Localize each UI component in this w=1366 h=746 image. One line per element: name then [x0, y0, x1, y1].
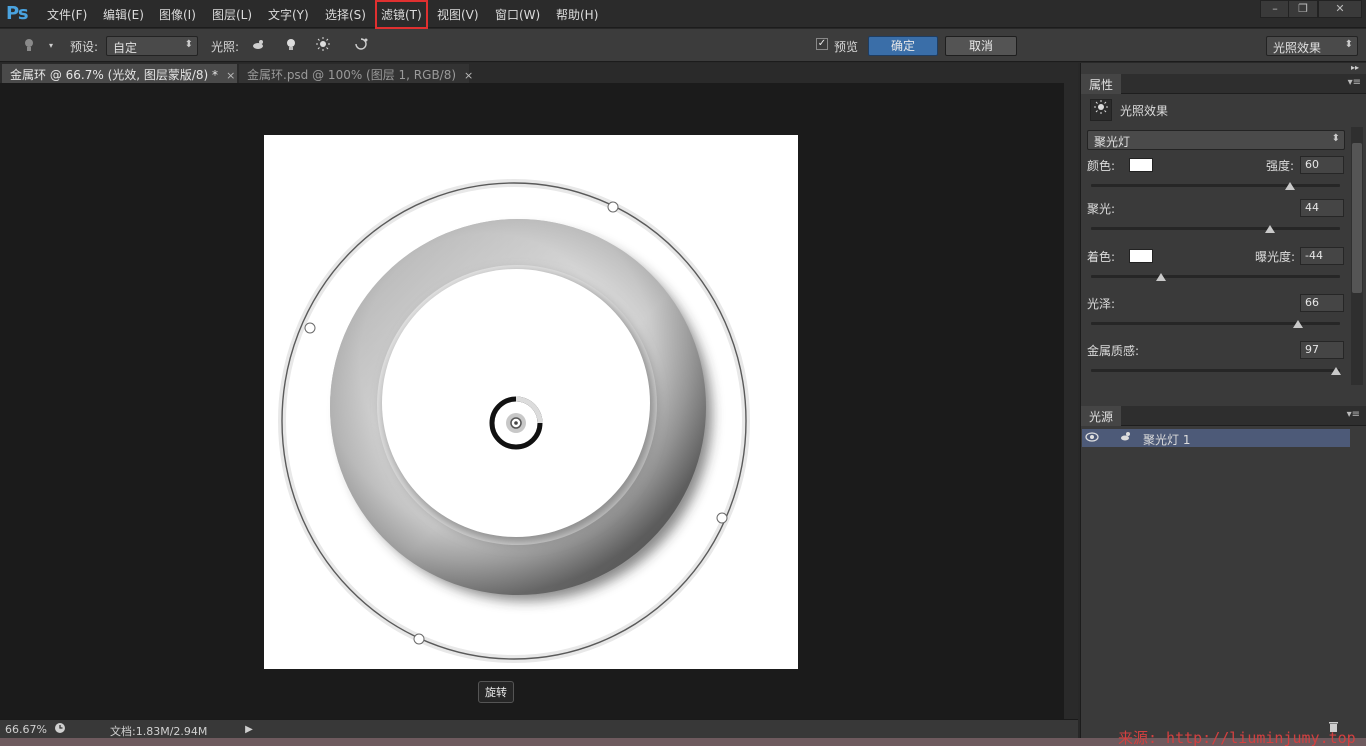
collapse-panel-icon[interactable]: ▸▸	[1346, 63, 1364, 73]
document-size: 文档:1.83M/2.94M	[110, 725, 208, 738]
zoom-level[interactable]: 66.67%	[5, 723, 47, 736]
panel-menu-icon[interactable]: ▾≡	[1347, 409, 1360, 420]
light-label: 光照:	[211, 40, 240, 54]
light-bulb-tool-icon[interactable]	[20, 37, 38, 55]
light-handle-top	[607, 201, 619, 213]
properties-scroll-thumb[interactable]	[1352, 143, 1362, 293]
menu-type[interactable]: 文字(Y)	[268, 6, 309, 23]
eye-visibility-icon[interactable]	[1084, 429, 1100, 447]
colorize-swatch[interactable]	[1129, 249, 1153, 263]
preset-label: 预设:	[70, 40, 99, 54]
menu-edit[interactable]: 编辑(E)	[103, 6, 144, 23]
spot-light-icon	[1118, 429, 1134, 447]
gloss-label: 光泽:	[1087, 297, 1116, 311]
workspace-select[interactable]: 光照效果	[1266, 36, 1358, 56]
point-light-icon[interactable]	[282, 37, 300, 55]
light-handle-left	[304, 322, 316, 334]
gloss-slider-thumb[interactable]	[1292, 320, 1303, 328]
options-bar: ▾ 预设: 自定 光照: ✓ 预览 确定 取消 光照效果	[0, 29, 1366, 62]
intensity-slider-track[interactable]	[1091, 184, 1340, 187]
minimize-button[interactable]: –	[1260, 0, 1290, 18]
reset-light-icon[interactable]	[352, 37, 370, 55]
light-handle-right	[716, 512, 728, 524]
intensity-slider-thumb[interactable]	[1285, 182, 1296, 190]
menu-select[interactable]: 选择(S)	[325, 6, 366, 23]
exposure-slider-thumb[interactable]	[1155, 273, 1166, 281]
infinite-light-icon[interactable]	[314, 37, 332, 55]
document-tab-bar: 金属环 @ 66.7% (光效, 图层蒙版/8) * × 金属环.psd @ 10…	[0, 63, 1078, 83]
menu-file[interactable]: 文件(F)	[47, 6, 87, 23]
preview-checkbox[interactable]: ✓	[816, 38, 828, 50]
intensity-input[interactable]: 60	[1300, 156, 1344, 174]
menu-image[interactable]: 图像(I)	[159, 6, 196, 23]
metallic-slider-thumb[interactable]	[1331, 367, 1342, 375]
menu-layer[interactable]: 图层(L)	[212, 6, 252, 23]
preset-select[interactable]: 自定	[106, 36, 198, 56]
tab-title: 金属环 @ 66.7% (光效, 图层蒙版/8) *	[10, 68, 219, 82]
gloss-input[interactable]: 66	[1300, 294, 1344, 312]
hotspot-label: 聚光:	[1087, 202, 1116, 216]
menu-help[interactable]: 帮助(H)	[556, 6, 598, 23]
canvas-scrollbar[interactable]	[1064, 83, 1078, 719]
properties-panel-header: 属性 ▾≡	[1081, 74, 1366, 94]
status-bar: 66.67% 文档:1.83M/2.94M ▶	[0, 719, 1078, 738]
lighting-effects-icon	[1090, 99, 1112, 121]
light-item-label: 聚光灯 1	[1143, 433, 1191, 447]
light-handle-bottom	[413, 633, 425, 645]
ok-button[interactable]: 确定	[868, 36, 938, 56]
panel-menu-icon[interactable]: ▾≡	[1348, 77, 1361, 88]
spot-light-icon[interactable]	[250, 37, 268, 55]
close-icon[interactable]: ×	[464, 69, 473, 82]
light-type-select[interactable]: 聚光灯	[1087, 130, 1345, 150]
metallic-slider-track[interactable]	[1091, 369, 1340, 372]
status-arrow-icon[interactable]: ▶	[242, 721, 256, 735]
tool-preset-dropdown-icon[interactable]: ▾	[42, 37, 60, 55]
menu-filter[interactable]: 滤镜(T)	[375, 0, 428, 29]
hotspot-slider-thumb[interactable]	[1265, 225, 1276, 233]
light-color-swatch[interactable]	[1129, 158, 1153, 172]
source-watermark: 来源: http://liuminjumy.top	[1118, 729, 1356, 746]
menu-view[interactable]: 视图(V)	[437, 6, 479, 23]
clock-icon[interactable]	[53, 721, 67, 735]
photoshop-logo: Ps	[6, 3, 29, 24]
hotspot-slider-track[interactable]	[1091, 227, 1340, 230]
tab-metal-ring-active[interactable]: 金属环 @ 66.7% (光效, 图层蒙版/8) * ×	[2, 64, 237, 83]
menu-window[interactable]: 窗口(W)	[495, 6, 540, 23]
intensity-label: 强度:	[1266, 159, 1295, 173]
document-canvas[interactable]	[264, 135, 798, 669]
exposure-label: 曝光度:	[1255, 250, 1296, 264]
tab-title: 金属环.psd @ 100% (图层 1, RGB/8)	[247, 68, 457, 82]
cancel-button[interactable]: 取消	[945, 36, 1017, 56]
rotate-tooltip: 旋转	[478, 681, 514, 703]
exposure-input[interactable]: -44	[1300, 247, 1344, 265]
metal-ring-artwork	[278, 179, 750, 663]
effect-title: 光照效果	[1120, 104, 1169, 118]
colorize-label: 着色:	[1087, 250, 1116, 264]
properties-tab[interactable]: 属性	[1081, 74, 1122, 94]
metallic-input[interactable]: 97	[1300, 341, 1344, 359]
preview-label: 预览	[834, 40, 859, 54]
restore-button[interactable]: ❐	[1288, 0, 1318, 18]
lights-tab[interactable]: 光源	[1081, 406, 1122, 426]
exposure-slider-track[interactable]	[1091, 275, 1340, 278]
lights-panel-header: 光源 ▾≡	[1081, 406, 1366, 426]
close-window-button[interactable]: ✕	[1318, 0, 1362, 18]
metallic-label: 金属质感:	[1087, 344, 1140, 358]
hotspot-input[interactable]: 44	[1300, 199, 1344, 217]
close-icon[interactable]: ×	[226, 69, 235, 82]
color-label: 颜色:	[1087, 159, 1116, 173]
menu-bar: Ps 文件(F) 编辑(E) 图像(I) 图层(L) 文字(Y) 选择(S) 滤…	[0, 0, 1366, 29]
tab-metal-ring-psd[interactable]: 金属环.psd @ 100% (图层 1, RGB/8) ×	[239, 64, 473, 83]
